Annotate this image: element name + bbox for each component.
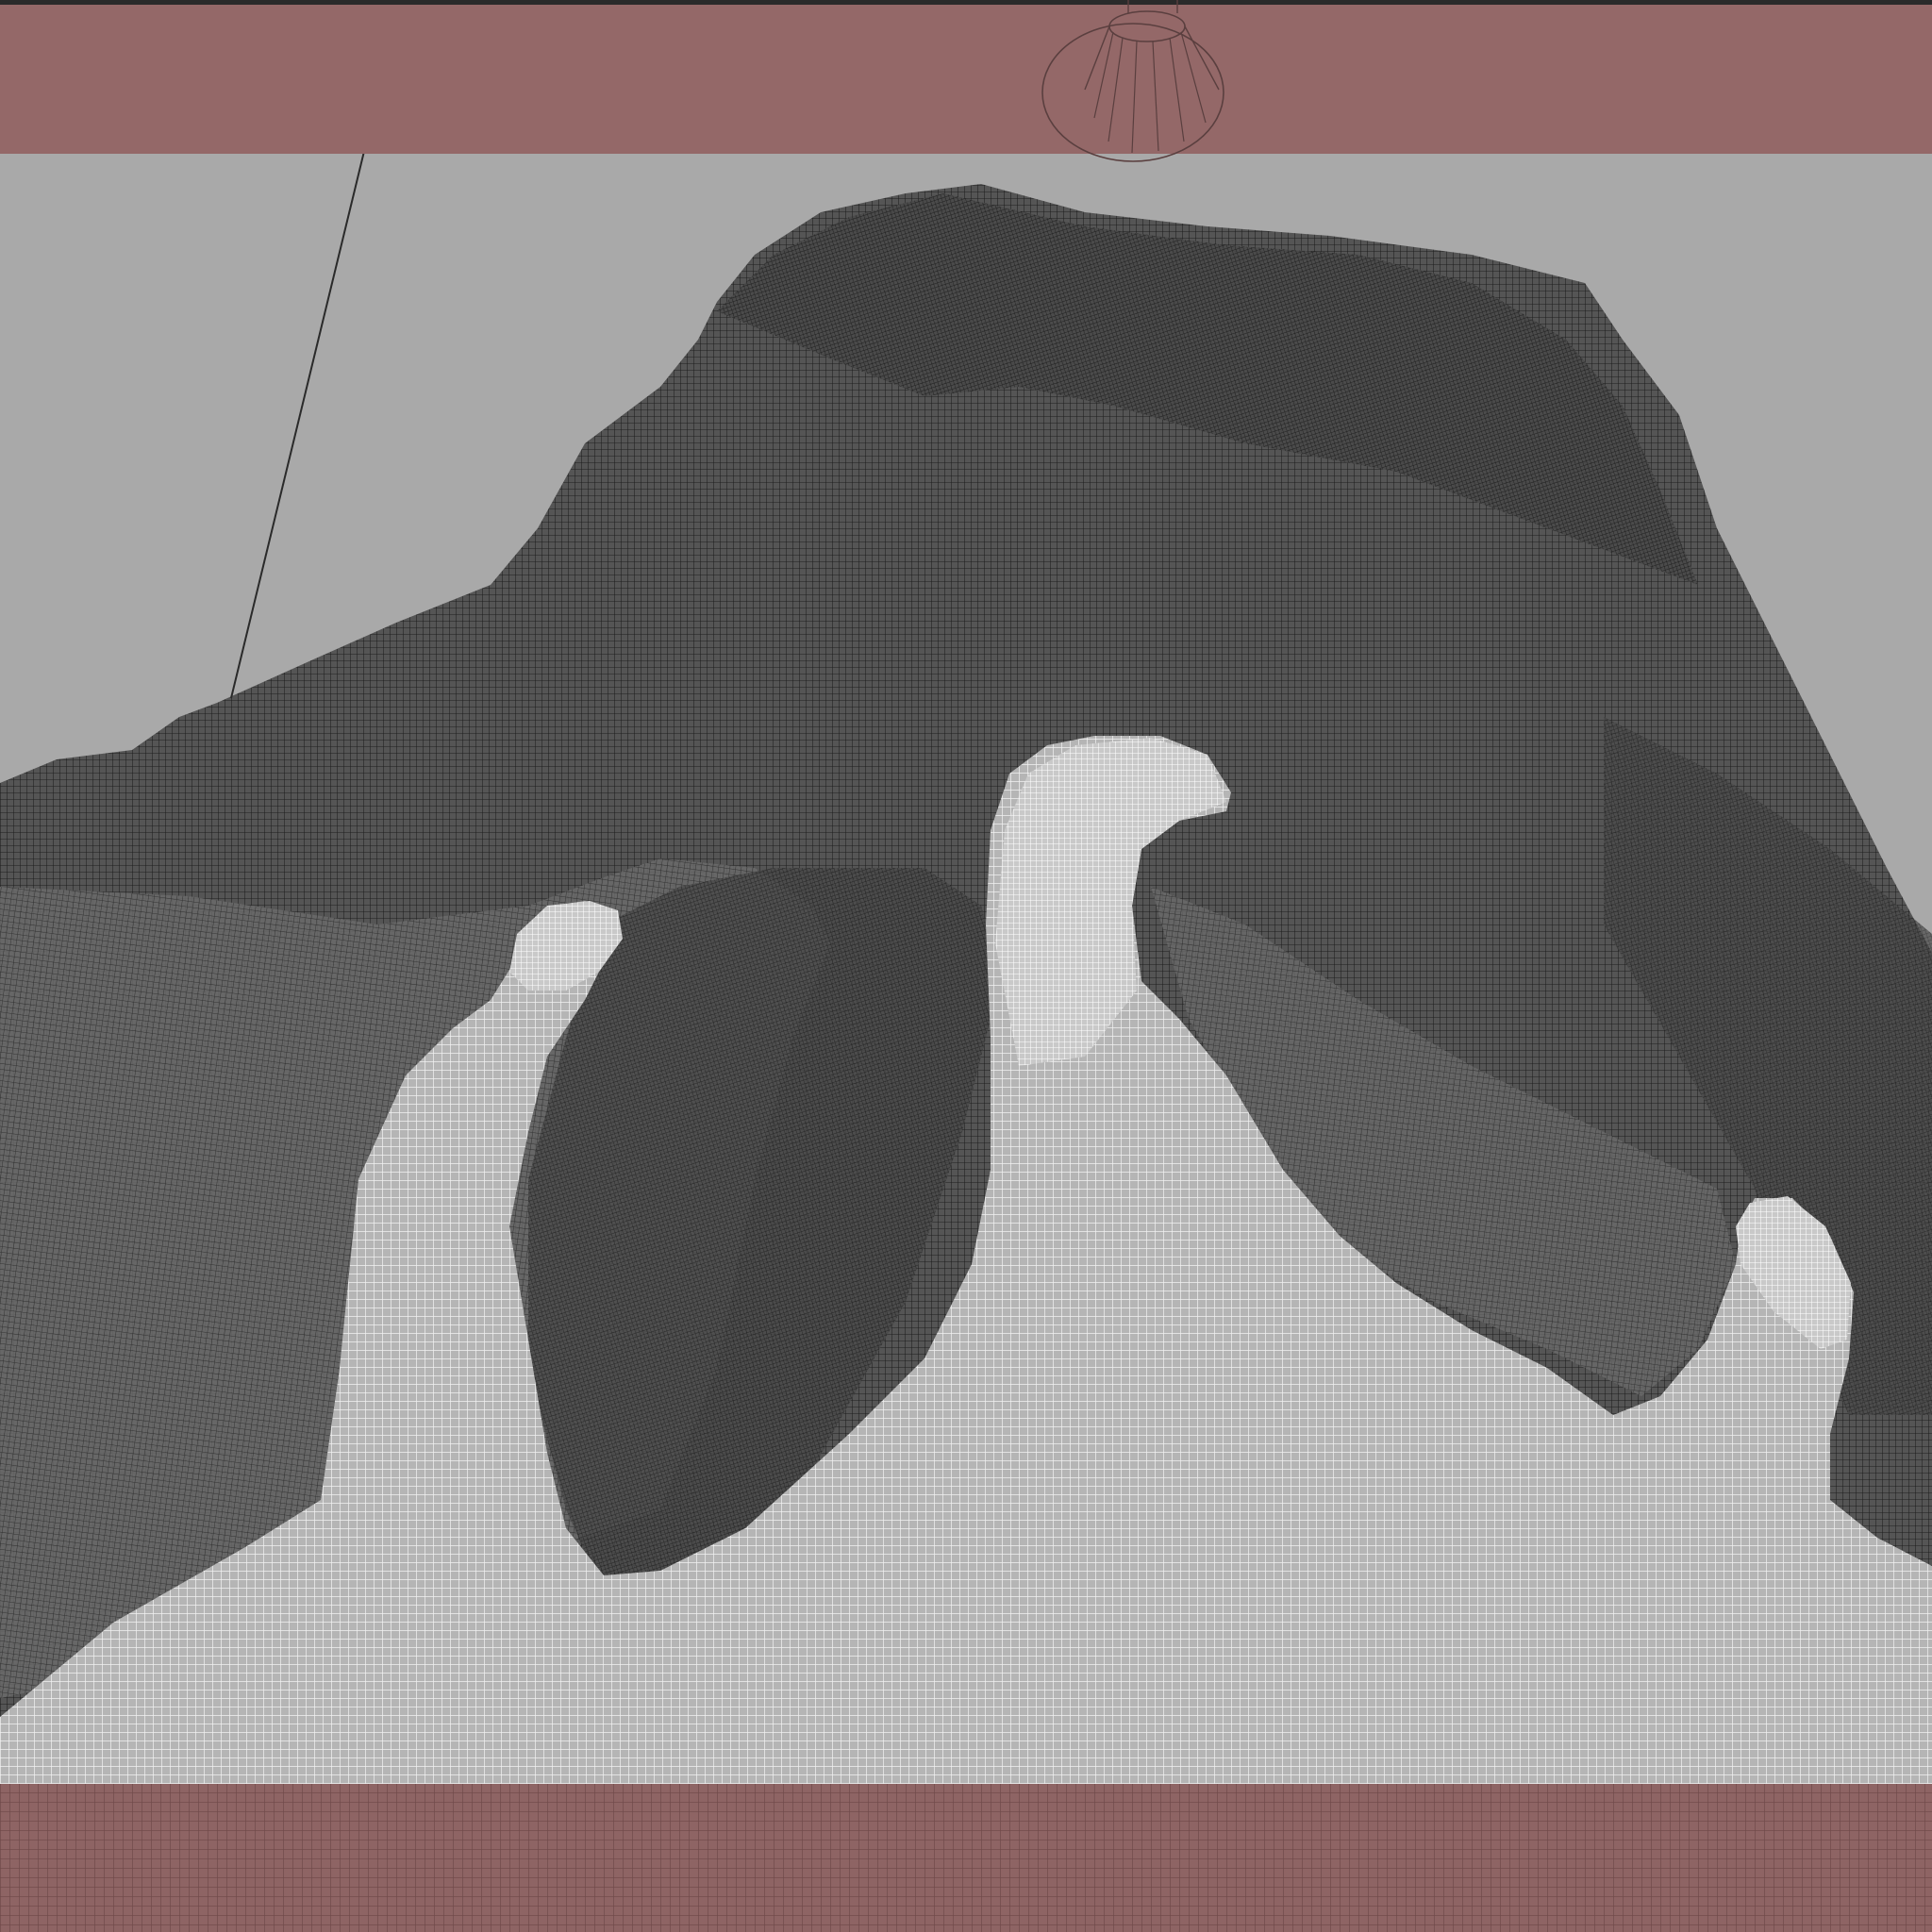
viewport-canvas[interactable] (0, 0, 1932, 1932)
3d-viewport[interactable] (0, 0, 1932, 1932)
viewport-bottom-overlay-band (0, 1784, 1932, 1932)
camera-gizmo-icon[interactable] (0, 0, 1932, 189)
